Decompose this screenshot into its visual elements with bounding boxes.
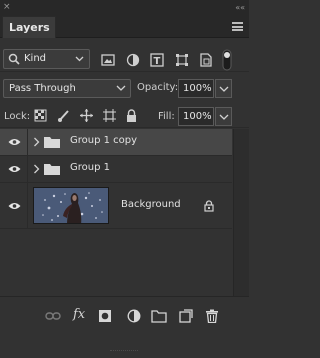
new-layer-icon[interactable] xyxy=(179,309,193,323)
layer-row[interactable]: Background xyxy=(0,183,232,229)
panel-tab-bar: × «« Layers xyxy=(0,0,249,38)
collapse-panel-icon[interactable]: «« xyxy=(235,3,245,12)
type-filter-icon[interactable]: T xyxy=(150,53,164,67)
visibility-toggle[interactable] xyxy=(0,156,28,182)
fill-dropdown[interactable] xyxy=(215,107,232,126)
layer-filter-row: Kind T xyxy=(0,44,249,72)
filter-toggle-icon[interactable] xyxy=(222,49,232,71)
fill-label: Fill: xyxy=(158,111,175,122)
lock-row: Lock: Fill: 100% xyxy=(0,104,249,128)
fill-input[interactable]: 100% xyxy=(178,107,214,126)
blend-mode-label: Pass Through xyxy=(9,83,76,94)
eye-icon xyxy=(8,166,21,172)
chevron-down-icon xyxy=(116,85,126,91)
chevron-down-icon xyxy=(75,56,84,62)
panel-resize-grip[interactable] xyxy=(110,350,138,353)
delete-icon[interactable] xyxy=(205,309,219,323)
eye-icon xyxy=(8,139,21,145)
panel-close-icon[interactable]: × xyxy=(3,3,11,12)
filter-kind-label: Kind xyxy=(24,53,47,64)
layer-row[interactable]: Group 1 copy xyxy=(0,129,232,156)
new-adjustment-icon[interactable] xyxy=(127,309,141,323)
folder-icon xyxy=(44,164,60,175)
layers-list: Group 1 copy Group 1 Background xyxy=(0,129,233,296)
lock-all-icon[interactable] xyxy=(125,109,138,122)
add-mask-icon[interactable] xyxy=(98,309,112,323)
link-layers-icon[interactable] xyxy=(45,309,61,323)
opacity-label: Opacity: xyxy=(137,82,179,93)
smart-object-filter-icon[interactable] xyxy=(199,53,213,67)
search-icon xyxy=(8,53,20,65)
filter-kind-dropdown[interactable]: Kind xyxy=(3,49,90,69)
eye-icon xyxy=(8,202,21,209)
thumbnail-image xyxy=(34,188,108,223)
lock-position-icon[interactable] xyxy=(80,109,93,122)
opacity-input[interactable]: 100% xyxy=(178,79,214,98)
layer-thumbnail xyxy=(33,187,109,224)
chevron-down-icon xyxy=(219,114,229,120)
new-group-icon[interactable] xyxy=(151,309,167,323)
fx-icon[interactable]: fx xyxy=(73,307,85,322)
layer-row[interactable]: Group 1 xyxy=(0,156,232,183)
image-filter-icon[interactable] xyxy=(101,53,115,67)
lock-transparent-icon[interactable] xyxy=(34,109,47,122)
opacity-dropdown[interactable] xyxy=(215,79,232,98)
tab-layers-label: Layers xyxy=(9,21,50,34)
lock-image-icon[interactable] xyxy=(57,109,70,122)
tab-layers[interactable]: Layers xyxy=(2,16,56,38)
blend-mode-dropdown[interactable]: Pass Through xyxy=(3,79,131,98)
chevron-right-icon[interactable] xyxy=(33,137,40,147)
layer-name: Group 1 xyxy=(70,162,110,173)
layer-name: Background xyxy=(121,198,181,210)
blend-row: Pass Through Opacity: 100% xyxy=(0,76,249,102)
fill-value: 100% xyxy=(183,111,212,122)
adjustment-filter-icon[interactable] xyxy=(126,53,140,67)
layers-scrollbar[interactable] xyxy=(233,129,249,296)
shape-filter-icon[interactable] xyxy=(175,53,189,67)
visibility-toggle[interactable] xyxy=(0,129,28,155)
lock-icon xyxy=(204,199,214,212)
lock-artboard-icon[interactable] xyxy=(103,109,116,122)
visibility-toggle[interactable] xyxy=(0,183,28,228)
panel-menu-icon[interactable] xyxy=(232,22,243,31)
chevron-down-icon xyxy=(219,86,229,92)
opacity-value: 100% xyxy=(183,83,212,94)
layers-footer: fx xyxy=(0,296,249,358)
svg-text:T: T xyxy=(154,56,161,67)
folder-icon xyxy=(44,137,60,148)
layer-name: Group 1 copy xyxy=(70,135,138,146)
lock-label: Lock: xyxy=(4,111,31,122)
chevron-right-icon[interactable] xyxy=(33,164,40,174)
